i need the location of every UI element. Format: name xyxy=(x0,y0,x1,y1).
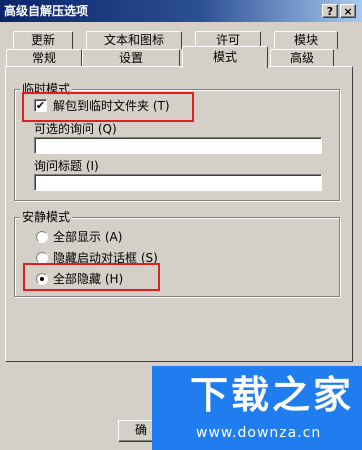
window-title: 高级自解压选项 xyxy=(4,4,89,18)
tab-settings[interactable]: 设置 xyxy=(82,49,180,67)
watermark-logo: 下载之家 www.downza.cn xyxy=(152,366,362,450)
radio-show-all-label[interactable]: 全部显示 (A) xyxy=(53,230,122,244)
tab-update-label: 更新 xyxy=(30,33,55,47)
tab-advanced-label: 高级 xyxy=(289,51,314,65)
radio-show-all[interactable] xyxy=(36,231,48,243)
tab-update[interactable]: 更新 xyxy=(13,31,73,49)
tab-advanced[interactable]: 高级 xyxy=(270,49,334,67)
tab-mode-label: 模式 xyxy=(212,50,237,64)
optional-question-label: 可选的询问 (Q) xyxy=(34,122,117,136)
help-button[interactable]: ? xyxy=(322,4,338,18)
tab-settings-label: 设置 xyxy=(118,51,143,65)
tab-modules-label: 模块 xyxy=(293,33,318,47)
watermark-url: www.downza.cn xyxy=(196,425,322,441)
tab-general[interactable]: 常规 xyxy=(6,49,82,67)
tab-text-and-icon-label: 文本和图标 xyxy=(103,33,164,47)
silent-mode-group-title: 安静模式 xyxy=(20,210,73,224)
question-title-label: 询问标题 (I) xyxy=(34,159,99,173)
question-title-input[interactable] xyxy=(34,174,322,191)
watermark-title: 下载之家 xyxy=(190,373,355,417)
tab-general-label: 常规 xyxy=(31,51,56,65)
highlight-hide-all xyxy=(23,263,160,291)
tab-mode[interactable]: 模式 xyxy=(182,46,268,68)
close-button[interactable]: × xyxy=(340,4,356,18)
tab-modules[interactable]: 模块 xyxy=(274,31,338,49)
ok-button-label: 确 xyxy=(134,423,147,437)
tab-text-and-icon[interactable]: 文本和图标 xyxy=(86,31,182,49)
highlight-unpack-temp xyxy=(22,92,194,122)
tab-license-label: 许可 xyxy=(215,33,240,47)
optional-question-input[interactable] xyxy=(34,137,322,154)
title-bar: 高级自解压选项 ? × xyxy=(0,0,362,22)
